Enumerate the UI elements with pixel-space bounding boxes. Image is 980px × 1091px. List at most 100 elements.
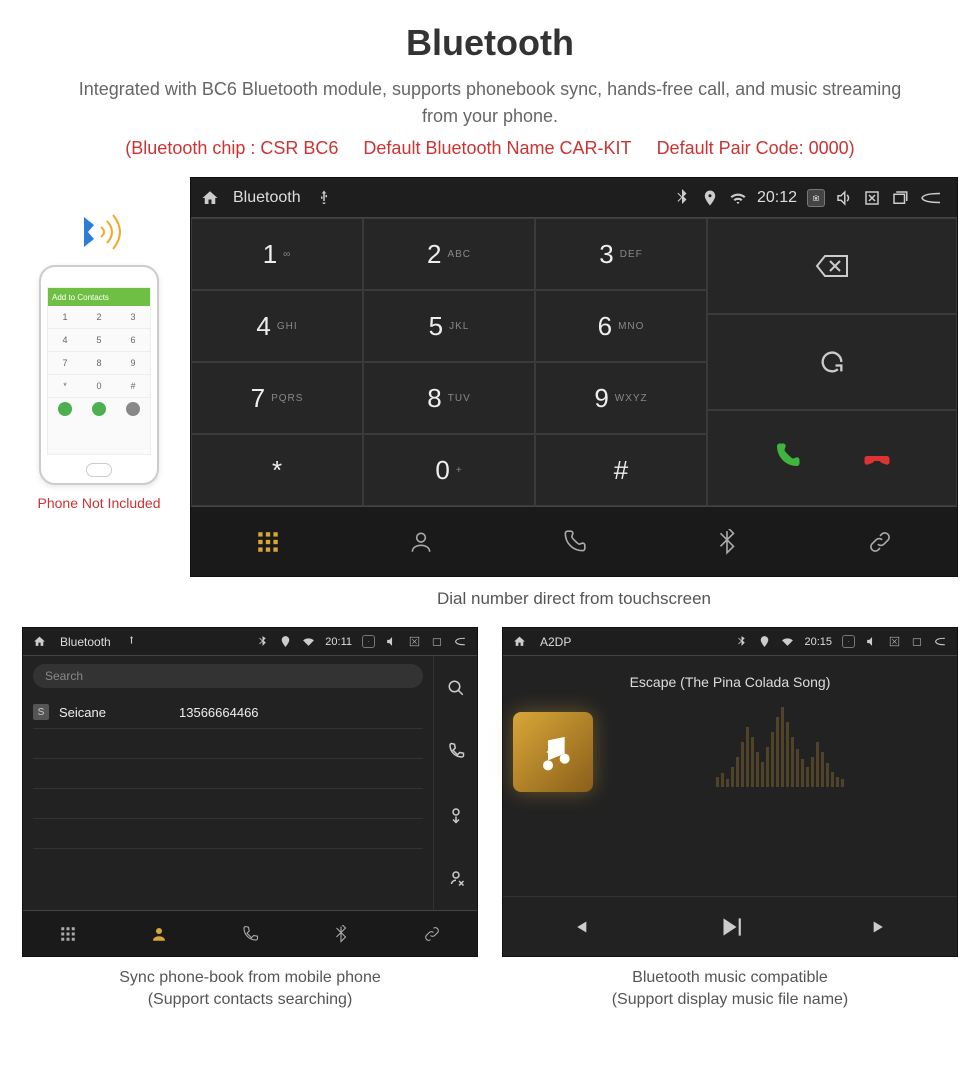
home-icon[interactable] — [513, 635, 526, 648]
usb-icon — [315, 189, 333, 207]
dial-key-4[interactable]: 4GHI — [191, 290, 363, 362]
call-button[interactable] — [433, 720, 477, 784]
dial-key-*[interactable]: * — [191, 434, 363, 506]
delete-contact-button[interactable] — [433, 847, 477, 911]
location-icon — [701, 189, 719, 207]
sync-down-button[interactable] — [433, 783, 477, 847]
spec-code: Default Pair Code: 0000) — [647, 138, 865, 158]
phonebook-unit-column: Bluetooth 20:11 Se — [22, 627, 478, 1012]
dial-key-2[interactable]: 2ABC — [363, 218, 535, 290]
close-icon[interactable] — [888, 635, 901, 648]
dial-key-#[interactable]: # — [535, 434, 707, 506]
contact-row[interactable]: S Seicane 13566664466 — [33, 696, 423, 729]
home-icon[interactable] — [33, 635, 46, 648]
next-button[interactable] — [806, 897, 957, 956]
page-title: Bluetooth — [0, 0, 980, 76]
tab-bluetooth[interactable] — [295, 911, 386, 956]
close-icon[interactable] — [408, 635, 421, 648]
volume-icon[interactable] — [385, 635, 398, 648]
home-icon[interactable] — [201, 189, 219, 207]
tab-dialpad[interactable] — [23, 911, 114, 956]
screenshot-button[interactable] — [807, 189, 825, 207]
wifi-icon — [729, 189, 747, 207]
volume-icon[interactable] — [835, 189, 853, 207]
mock-key: 0 — [82, 375, 116, 397]
bluetooth-icon — [673, 189, 691, 207]
track-title: Escape (The Pina Colada Song) — [630, 674, 831, 690]
spec-line: (Bluetooth chip : CSR BC6 Default Blueto… — [0, 138, 980, 177]
search-button[interactable] — [433, 656, 477, 720]
tab-pair[interactable] — [386, 911, 477, 956]
search-input[interactable]: Search — [33, 664, 423, 688]
bluetooth-icon — [735, 635, 748, 648]
page-subtitle: Integrated with BC6 Bluetooth module, su… — [0, 76, 980, 138]
hangup-button[interactable] — [862, 441, 892, 476]
mock-key: 4 — [48, 329, 82, 351]
videocall-icon — [58, 402, 72, 416]
a2dp-caption-2: (Support display music file name) — [502, 989, 958, 1011]
mock-key: 5 — [82, 329, 116, 351]
phone-caption: Phone Not Included — [22, 495, 176, 511]
main-head-unit: Bluetooth 20:12 1∞2ABC3DEF 4GHI5JKL6MNO 7P… — [190, 177, 958, 627]
main-caption: Dial number direct from touchscreen — [190, 577, 958, 627]
call-icon — [92, 402, 106, 416]
mock-key: # — [116, 375, 150, 397]
dial-key-3[interactable]: 3DEF — [535, 218, 707, 290]
phone-mock: Add to Contacts 123456789*0# — [39, 265, 159, 485]
status-bar: Bluetooth 20:11 — [23, 628, 477, 656]
location-icon — [758, 635, 771, 648]
tab-callhistory[interactable] — [497, 507, 650, 576]
player-controls — [503, 896, 957, 956]
back-icon[interactable] — [919, 189, 947, 207]
screenshot-button[interactable] — [842, 635, 855, 648]
tab-bluetooth[interactable] — [651, 507, 804, 576]
backspace-icon — [126, 402, 140, 416]
mock-key: 8 — [82, 352, 116, 374]
album-art — [513, 712, 593, 792]
tab-dialpad[interactable] — [191, 507, 344, 576]
spec-chip: (Bluetooth chip : CSR BC6 — [115, 138, 348, 158]
contact-list[interactable]: S Seicane 13566664466 — [23, 696, 433, 910]
status-title: Bluetooth — [233, 189, 301, 207]
status-time: 20:11 — [325, 636, 352, 648]
tab-contacts[interactable] — [344, 507, 497, 576]
redial-button[interactable] — [707, 314, 957, 410]
screenshot-button[interactable] — [362, 635, 375, 648]
recent-apps-icon[interactable] — [911, 635, 924, 648]
dial-key-8[interactable]: 8TUV — [363, 362, 535, 434]
tab-pair[interactable] — [804, 507, 957, 576]
dial-key-6[interactable]: 6MNO — [535, 290, 707, 362]
dial-key-7[interactable]: 7PQRS — [191, 362, 363, 434]
a2dp-unit-column: A2DP 20:15 Escape (The Pina Colada Song) — [502, 627, 958, 1012]
tab-callhistory[interactable] — [205, 911, 296, 956]
mock-key: 3 — [116, 306, 150, 328]
contact-badge: S — [33, 704, 49, 720]
phonebook-caption-1: Sync phone-book from mobile phone — [22, 967, 478, 989]
playpause-button[interactable] — [654, 897, 805, 956]
dial-key-5[interactable]: 5JKL — [363, 290, 535, 362]
status-title: A2DP — [540, 635, 571, 649]
dial-key-9[interactable]: 9WXYZ — [535, 362, 707, 434]
phone-mock-column: Add to Contacts 123456789*0# Phone Not I… — [22, 207, 176, 511]
backspace-button[interactable] — [707, 218, 957, 314]
visualizer — [613, 707, 947, 787]
mock-key: 7 — [48, 352, 82, 374]
prev-button[interactable] — [503, 897, 654, 956]
bluetooth-signal-icon — [22, 207, 176, 257]
wifi-icon — [302, 635, 315, 648]
back-icon[interactable] — [454, 635, 467, 648]
dial-key-0[interactable]: 0+ — [363, 434, 535, 506]
close-icon[interactable] — [863, 189, 881, 207]
mock-key: 6 — [116, 329, 150, 351]
dial-key-1[interactable]: 1∞ — [191, 218, 363, 290]
recent-apps-icon[interactable] — [431, 635, 444, 648]
volume-icon[interactable] — [865, 635, 878, 648]
spec-name: Default Bluetooth Name CAR-KIT — [353, 138, 641, 158]
back-icon[interactable] — [934, 635, 947, 648]
status-bar: Bluetooth 20:12 — [191, 178, 957, 218]
mock-key: 1 — [48, 306, 82, 328]
recent-apps-icon[interactable] — [891, 189, 909, 207]
status-time: 20:12 — [757, 189, 797, 207]
tab-contacts[interactable] — [114, 911, 205, 956]
call-button[interactable] — [772, 441, 802, 476]
